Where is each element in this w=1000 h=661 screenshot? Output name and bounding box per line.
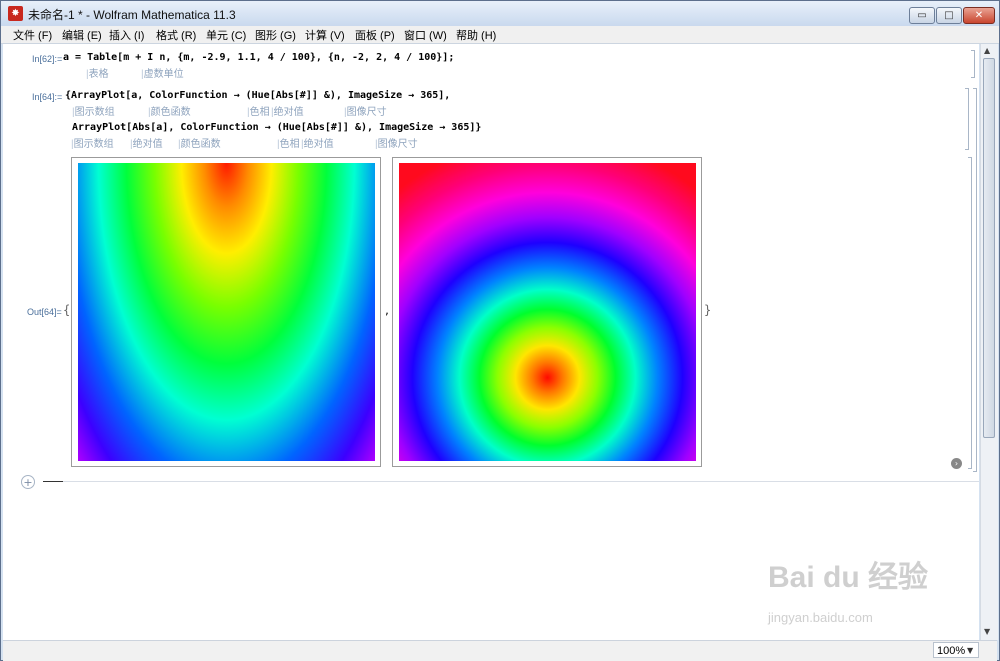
insert-cell-plus-icon[interactable]: + — [21, 475, 35, 489]
minimize-button[interactable]: ▭ — [909, 7, 935, 24]
cell-bracket-64-input[interactable] — [965, 88, 969, 150]
menu-file[interactable]: 文件 (F) — [13, 27, 52, 43]
notebook-area[interactable]: In[62]:= a = Table[m + I n, {m, -2.9, 1.… — [3, 44, 979, 640]
scroll-up-icon[interactable]: ▲ — [984, 46, 990, 55]
scroll-down-icon[interactable]: ▼ — [984, 627, 990, 636]
zoom-dropdown-icon[interactable]: ▼ — [967, 646, 973, 655]
tooltip-imagesize: 图像尺寸 — [344, 103, 387, 118]
menu-help[interactable]: 帮助 (H) — [456, 27, 496, 43]
tooltip-hue-2: 色相 — [277, 135, 300, 150]
cell-bracket-64-output[interactable] — [968, 157, 972, 469]
output-comma: , — [384, 306, 391, 317]
output-open-brace: { — [63, 303, 71, 317]
tooltip-arrayplot-2: 图示数组 — [71, 135, 114, 150]
title-bar[interactable]: ✸ 未命名-1 * - Wolfram Mathematica 11.3 ▭ □… — [1, 1, 999, 26]
array-plot-2[interactable] — [392, 157, 702, 467]
menu-cell[interactable]: 单元 (C) — [206, 27, 246, 43]
tooltip-imagesize-2: 图像尺寸 — [375, 135, 418, 150]
input-label-62: In[62]:= — [32, 54, 63, 64]
tooltip-colorfunction-2: 颜色函数 — [178, 135, 221, 150]
main-window: ✸ 未命名-1 * - Wolfram Mathematica 11.3 ▭ □… — [0, 0, 1000, 661]
window-title: 未命名-1 * - Wolfram Mathematica 11.3 — [28, 8, 236, 22]
status-bar: 100% ▼ — [3, 640, 997, 661]
cell-group-bracket[interactable] — [973, 88, 977, 472]
tooltip-table: 表格 — [86, 65, 109, 80]
input-code-64-line1[interactable]: {ArrayPlot[a, ColorFunction → (Hue[Abs[#… — [65, 90, 450, 101]
menu-insert[interactable]: 插入 (I) — [109, 27, 144, 43]
input-label-64: In[64]:= — [32, 92, 63, 102]
input-code-62[interactable]: a = Table[m + I n, {m, -2.9, 1.1, 4 / 10… — [63, 52, 454, 63]
mathematica-logo-icon[interactable]: ✸ — [8, 6, 23, 21]
vertical-scrollbar[interactable]: ▲ ▼ — [980, 44, 998, 640]
go-arrow-icon[interactable]: › — [951, 458, 962, 469]
tooltip-hue: 色相 — [247, 103, 270, 118]
tooltip-abs: 绝对值 — [271, 103, 304, 118]
output-close-brace: } — [704, 303, 712, 317]
menu-palettes[interactable]: 面板 (P) — [355, 27, 395, 43]
maximize-button[interactable]: □ — [936, 7, 962, 24]
scrollbar-thumb[interactable] — [983, 58, 995, 438]
array-plot-1-image — [78, 163, 375, 461]
menu-bar: 文件 (F) 编辑 (E) 插入 (I) 格式 (R) 单元 (C) 图形 (G… — [1, 26, 999, 44]
tooltip-colorfunction: 颜色函数 — [148, 103, 191, 118]
tooltip-imaginary-unit: 虚数单位 — [141, 65, 184, 80]
cell-insertion-line — [43, 481, 979, 482]
watermark-url: jingyan.baidu.com — [768, 610, 873, 625]
menu-window[interactable]: 窗口 (W) — [404, 27, 447, 43]
array-plot-1[interactable] — [71, 157, 381, 467]
menu-graphics[interactable]: 图形 (G) — [255, 27, 296, 43]
menu-evaluation[interactable]: 计算 (V) — [305, 27, 345, 43]
input-code-64-line2[interactable]: ArrayPlot[Abs[a], ColorFunction → (Hue[A… — [72, 122, 481, 133]
menu-edit[interactable]: 编辑 (E) — [62, 27, 102, 43]
tooltip-abs-3: 绝对值 — [301, 135, 334, 150]
cell-insertion-cursor — [43, 481, 63, 482]
array-plot-2-image — [399, 163, 696, 461]
close-button[interactable]: ✕ — [963, 7, 995, 24]
tooltip-arrayplot: 图示数组 — [72, 103, 115, 118]
watermark-logo: Bai du 经验 — [768, 561, 929, 594]
menu-format[interactable]: 格式 (R) — [156, 27, 196, 43]
cell-bracket-62[interactable] — [971, 50, 975, 78]
tooltip-abs-2: 绝对值 — [130, 135, 163, 150]
output-label-64: Out[64]= — [27, 307, 62, 317]
